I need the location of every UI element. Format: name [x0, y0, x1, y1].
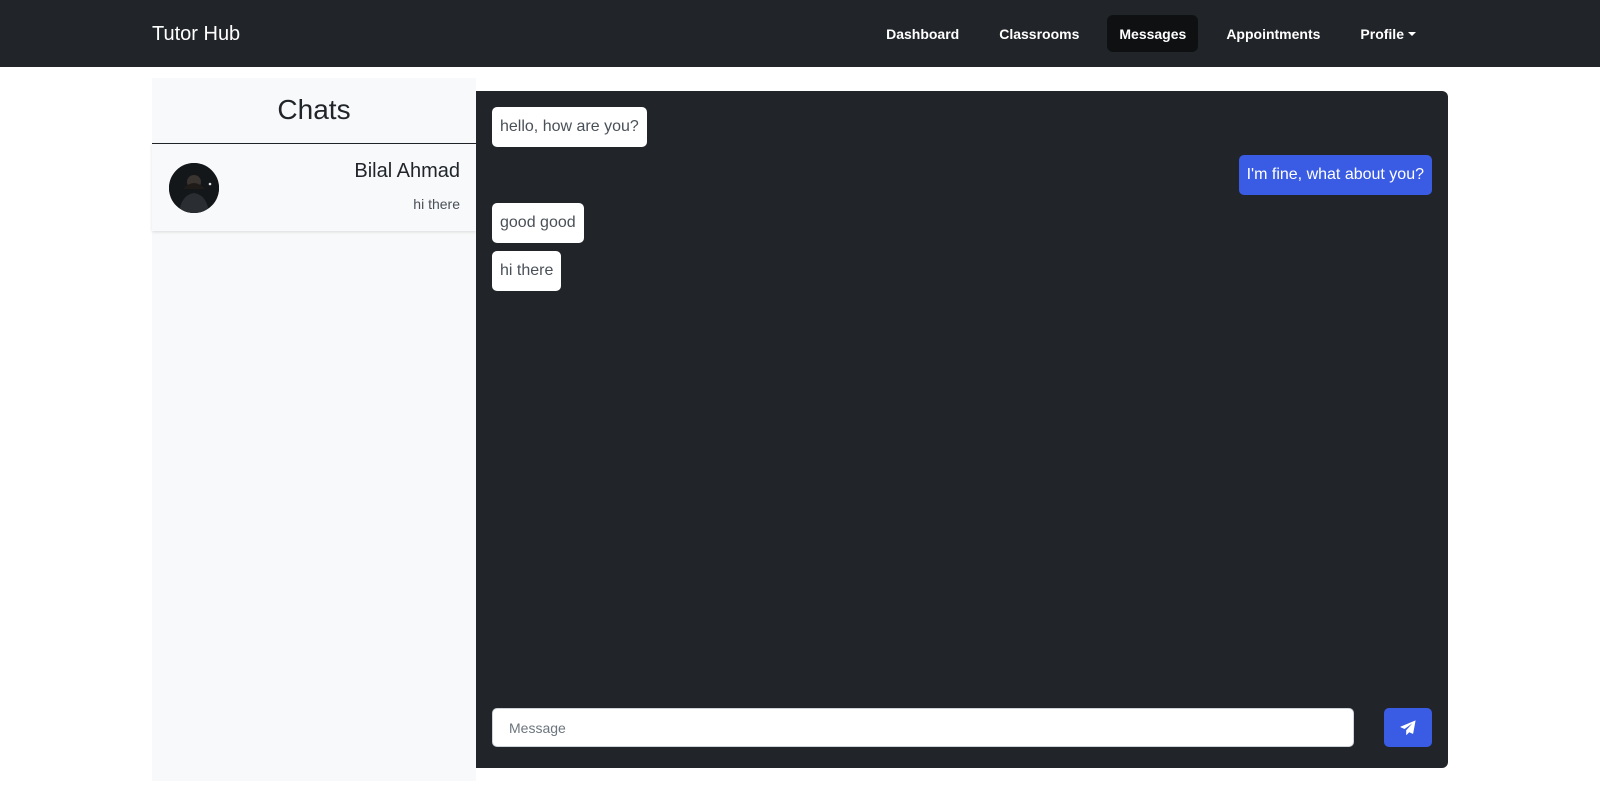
brand-logo-text[interactable]: Tutor Hub	[152, 20, 240, 48]
profile-label: Profile	[1360, 25, 1404, 42]
send-button[interactable]	[1384, 708, 1432, 747]
avatar-photo	[169, 163, 219, 213]
conversation-panel: hello, how are you? I'm fine, what about…	[476, 91, 1448, 768]
chat-contact-name: Bilal Ahmad	[354, 160, 460, 182]
chat-last-message: hi there	[413, 196, 460, 212]
top-navbar: Tutor Hub Dashboard Classrooms Messages …	[0, 0, 1600, 67]
message-row: good good	[492, 203, 1432, 243]
chats-title: Chats	[152, 78, 476, 144]
avatar	[169, 163, 219, 213]
nav-link-appointments[interactable]: Appointments	[1214, 15, 1332, 52]
chat-list-item[interactable]: Bilal Ahmad hi there	[152, 144, 476, 231]
nav-link-classrooms[interactable]: Classrooms	[987, 15, 1091, 52]
nav-link-dashboard[interactable]: Dashboard	[874, 15, 971, 52]
incoming-message: hi there	[492, 251, 562, 291]
message-row: I'm fine, what about you?	[492, 155, 1432, 195]
message-composer	[492, 708, 1432, 747]
message-row: hi there	[492, 251, 1432, 291]
message-row: hello, how are you?	[492, 107, 1432, 147]
chats-sidebar: Chats Bilal Ahmad hi there	[152, 78, 476, 781]
incoming-message: hello, how are you?	[492, 107, 647, 147]
nav-links: Dashboard Classrooms Messages Appointmen…	[858, 15, 1428, 52]
message-list: hello, how are you? I'm fine, what about…	[492, 107, 1432, 299]
paper-plane-icon	[1400, 719, 1416, 735]
message-input[interactable]	[492, 708, 1354, 747]
nav-link-profile-dropdown[interactable]: Profile	[1348, 15, 1428, 52]
outgoing-message: I'm fine, what about you?	[1238, 155, 1432, 195]
caret-down-icon	[1408, 31, 1416, 36]
nav-link-messages[interactable]: Messages	[1107, 15, 1199, 52]
incoming-message: good good	[492, 203, 584, 243]
